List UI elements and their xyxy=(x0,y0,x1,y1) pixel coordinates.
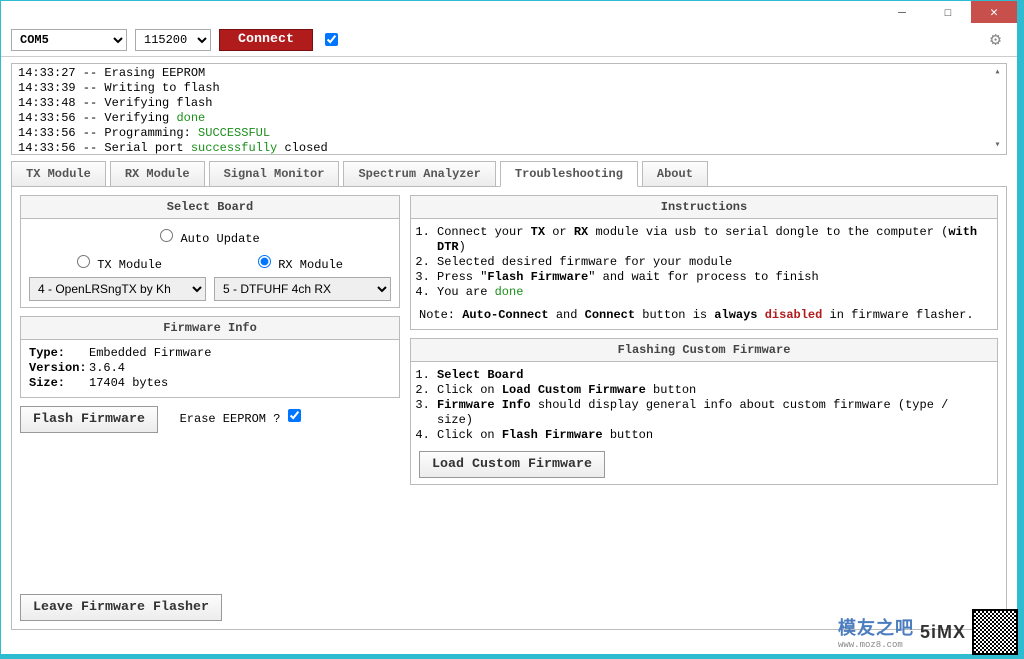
instructions-step-1: Connect your TX or RX module via usb to … xyxy=(437,225,989,255)
tab-bar: TX Module RX Module Signal Monitor Spect… xyxy=(11,161,1007,187)
instructions-note: Note: Auto-Connect and Connect button is… xyxy=(419,308,989,323)
fw-type-value: Embedded Firmware xyxy=(89,346,211,361)
tab-signal-monitor[interactable]: Signal Monitor xyxy=(209,161,340,187)
custom-firmware-panel: Flashing Custom Firmware Select Board Cl… xyxy=(410,338,998,485)
fw-version-value: 3.6.4 xyxy=(89,361,125,376)
qr-code-icon xyxy=(972,609,1018,655)
select-board-panel: Select Board Auto Update TX Module xyxy=(20,195,400,308)
fw-type-label: Type: xyxy=(29,346,89,361)
instructions-step-2: Selected desired firmware for your modul… xyxy=(437,255,989,270)
tx-module-radio[interactable]: TX Module xyxy=(77,255,162,273)
titlebar: — ☐ ✕ xyxy=(1,1,1017,23)
minimize-button[interactable]: — xyxy=(879,1,925,23)
gear-icon[interactable]: ⚙ xyxy=(990,29,1001,51)
fw-version-label: Version: xyxy=(29,361,89,376)
scroll-down-icon[interactable]: ▾ xyxy=(990,138,1005,153)
leave-firmware-flasher-button[interactable]: Leave Firmware Flasher xyxy=(20,594,222,621)
tab-about[interactable]: About xyxy=(642,161,708,187)
toolbar: COM5 115200 Connect ⚙ xyxy=(1,23,1017,57)
connect-button[interactable]: Connect xyxy=(219,29,313,51)
auto-connect-checkbox[interactable] xyxy=(325,33,338,46)
erase-eeprom-label: Erase EEPROM ? xyxy=(180,412,281,426)
instructions-step-4: You are done xyxy=(437,285,989,300)
fw-size-label: Size: xyxy=(29,376,89,391)
custom-step-2: Click on Load Custom Firmware button xyxy=(437,383,989,398)
custom-step-4: Click on Flash Firmware button xyxy=(437,428,989,443)
fw-size-value: 17404 bytes xyxy=(89,376,168,391)
tab-troubleshooting[interactable]: Troubleshooting xyxy=(500,161,638,187)
rx-module-radio[interactable]: RX Module xyxy=(258,255,343,273)
flash-firmware-button[interactable]: Flash Firmware xyxy=(20,406,158,433)
log-text: 14:33:27 -- Erasing EEPROM 14:33:39 -- W… xyxy=(12,64,1006,155)
firmware-info-panel: Firmware Info Type: Embedded Firmware Ve… xyxy=(20,316,400,398)
app-window: — ☐ ✕ COM5 115200 Connect ⚙ 14:33:27 -- … xyxy=(0,0,1018,655)
tab-tx-module[interactable]: TX Module xyxy=(11,161,106,187)
rx-board-select[interactable]: 5 - DTFUHF 4ch RX xyxy=(214,277,391,301)
instructions-panel: Instructions Connect your TX or RX modul… xyxy=(410,195,998,330)
select-board-title: Select Board xyxy=(21,196,399,219)
maximize-button[interactable]: ☐ xyxy=(925,1,971,23)
instructions-step-3: Press "Flash Firmware" and wait for proc… xyxy=(437,270,989,285)
watermark: 模友之吧 www.moz8.com 5iMX xyxy=(838,609,1018,655)
watermark-tag: 5iMX xyxy=(920,622,966,643)
flash-row: Flash Firmware Erase EEPROM ? xyxy=(20,406,400,433)
tab-spectrum-analyzer[interactable]: Spectrum Analyzer xyxy=(343,161,495,187)
tx-board-select[interactable]: 4 - OpenLRSngTX by Kh xyxy=(29,277,206,301)
load-custom-firmware-button[interactable]: Load Custom Firmware xyxy=(419,451,605,478)
custom-step-3: Firmware Info should display general inf… xyxy=(437,398,989,428)
instructions-title: Instructions xyxy=(411,196,997,219)
watermark-brand: 模友之吧 xyxy=(838,614,914,640)
auto-update-radio[interactable]: Auto Update xyxy=(160,232,259,246)
watermark-url: www.moz8.com xyxy=(838,640,914,650)
close-button[interactable]: ✕ xyxy=(971,1,1017,23)
erase-eeprom-checkbox[interactable] xyxy=(288,409,301,422)
custom-firmware-title: Flashing Custom Firmware xyxy=(411,339,997,362)
scroll-up-icon[interactable]: ▴ xyxy=(990,65,1005,80)
port-select[interactable]: COM5 xyxy=(11,29,127,51)
log-area: 14:33:27 -- Erasing EEPROM 14:33:39 -- W… xyxy=(11,63,1007,155)
baud-select[interactable]: 115200 xyxy=(135,29,211,51)
tab-rx-module[interactable]: RX Module xyxy=(110,161,205,187)
firmware-info-title: Firmware Info xyxy=(21,317,399,340)
content-pane: Select Board Auto Update TX Module xyxy=(11,186,1007,630)
custom-step-1: Select Board xyxy=(437,368,989,383)
